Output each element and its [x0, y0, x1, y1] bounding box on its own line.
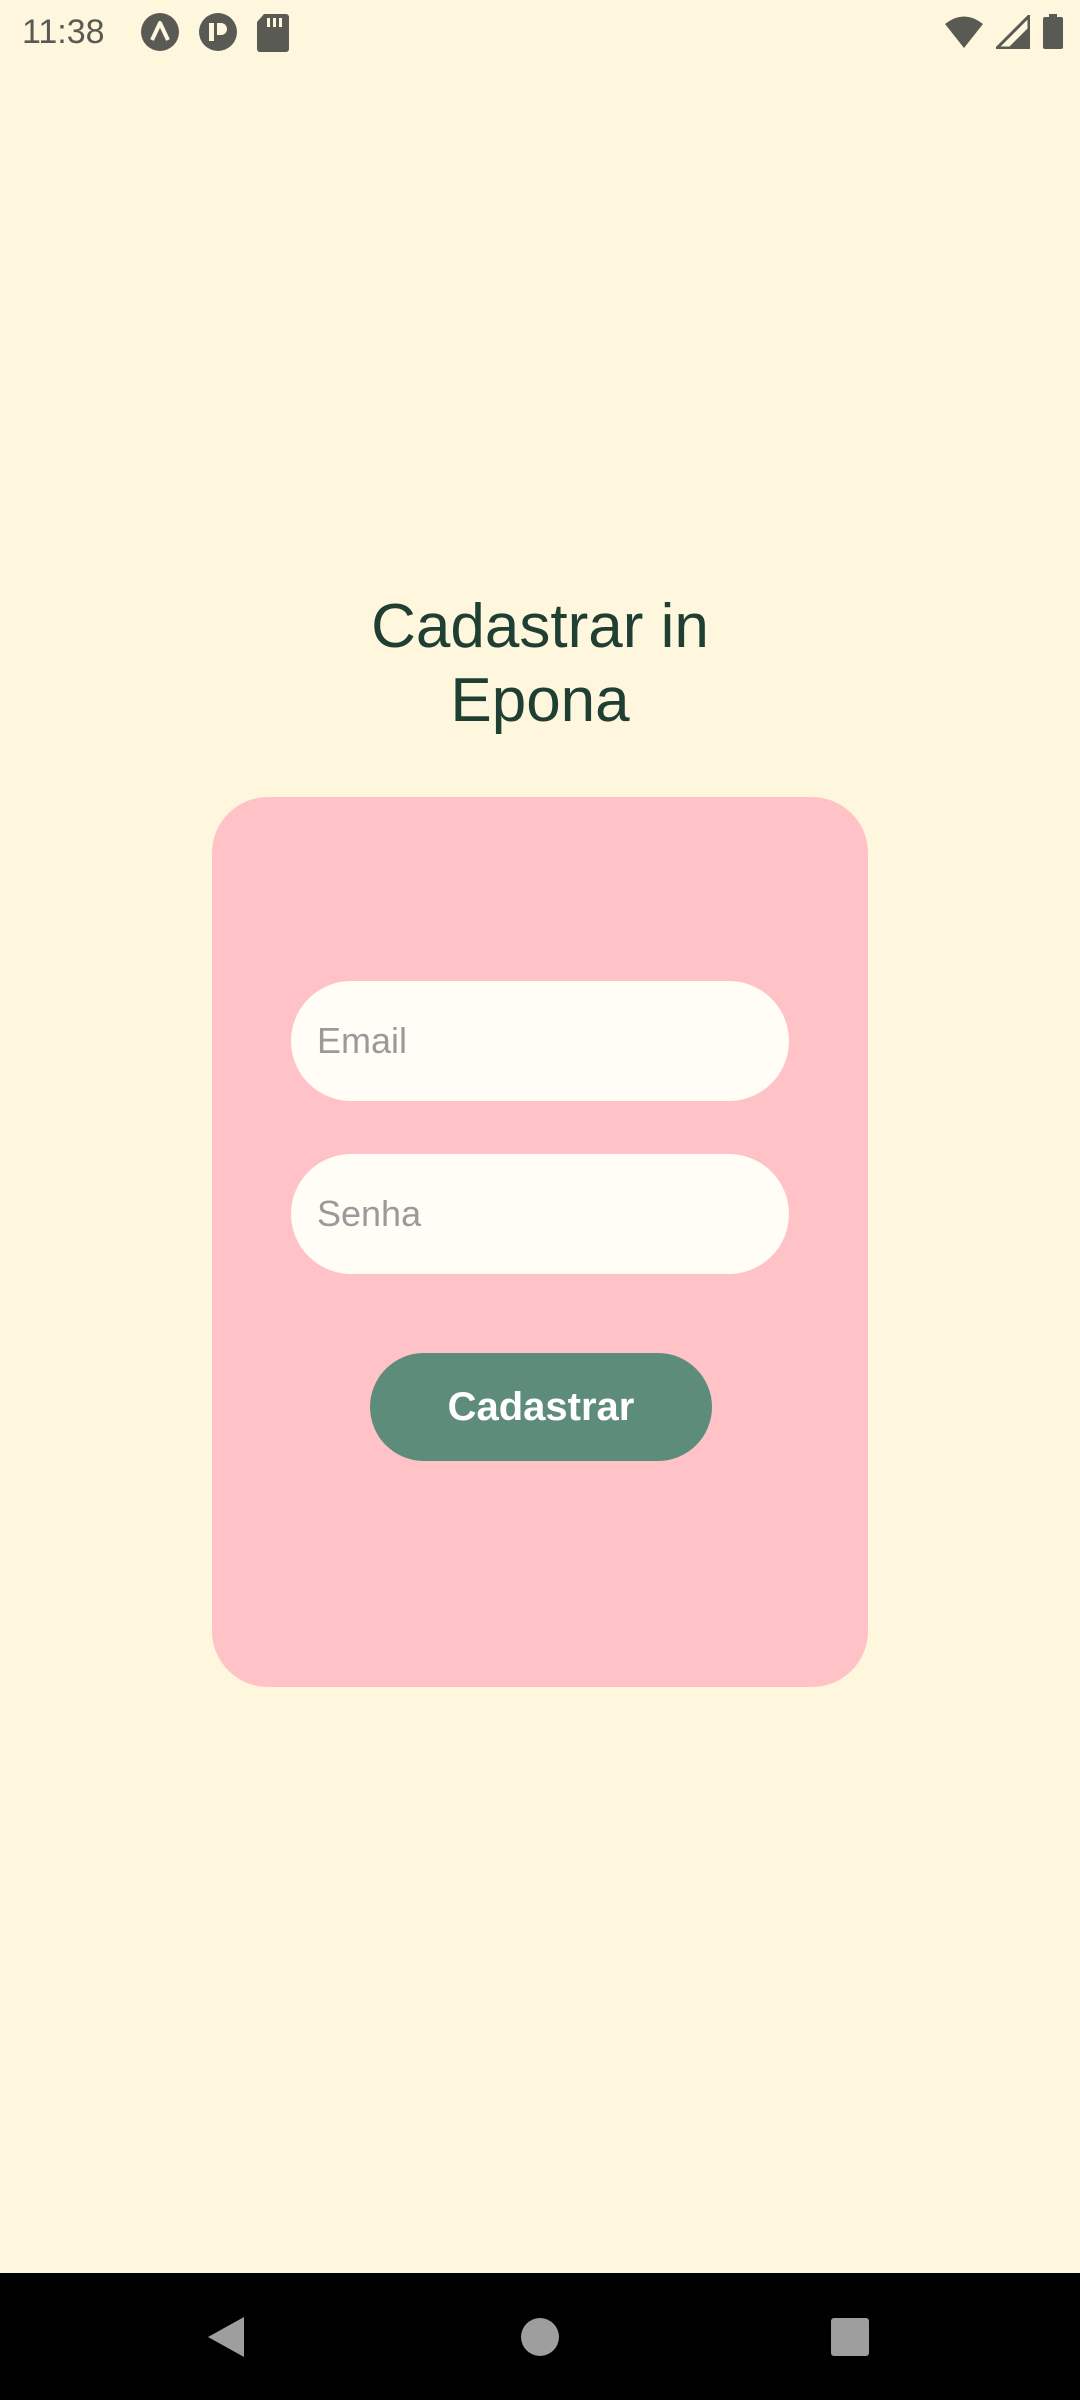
back-icon: [208, 2316, 244, 2357]
signup-card: Cadastrar: [212, 797, 868, 1687]
page-title-line-1: Cadastrar in: [371, 592, 709, 661]
battery-icon: [1043, 14, 1063, 49]
status-notification-icons: [140, 13, 290, 52]
password-field[interactable]: [291, 1154, 789, 1274]
status-system-icons: [944, 14, 1064, 50]
signal-icon: [996, 15, 1030, 49]
status-bar: 11:38: [0, 0, 1080, 64]
nav-back-button[interactable]: [156, 2273, 296, 2400]
signup-button[interactable]: Cadastrar: [370, 1353, 712, 1461]
navigation-bar: [0, 2273, 1080, 2400]
nav-home-button[interactable]: [470, 2273, 610, 2400]
page-title-line-2: Epona: [450, 666, 630, 735]
email-field[interactable]: [291, 981, 789, 1101]
wifi-icon: [945, 16, 983, 48]
status-time: 11:38: [22, 13, 105, 51]
recents-icon: [831, 2317, 869, 2356]
app-a-icon: [141, 13, 179, 51]
sd-card-icon: [257, 14, 289, 52]
page-title: Cadastrar in Epona: [0, 590, 1080, 738]
app-p-icon: [199, 13, 237, 51]
nav-recents-button[interactable]: [780, 2273, 920, 2400]
home-icon: [521, 2317, 559, 2356]
